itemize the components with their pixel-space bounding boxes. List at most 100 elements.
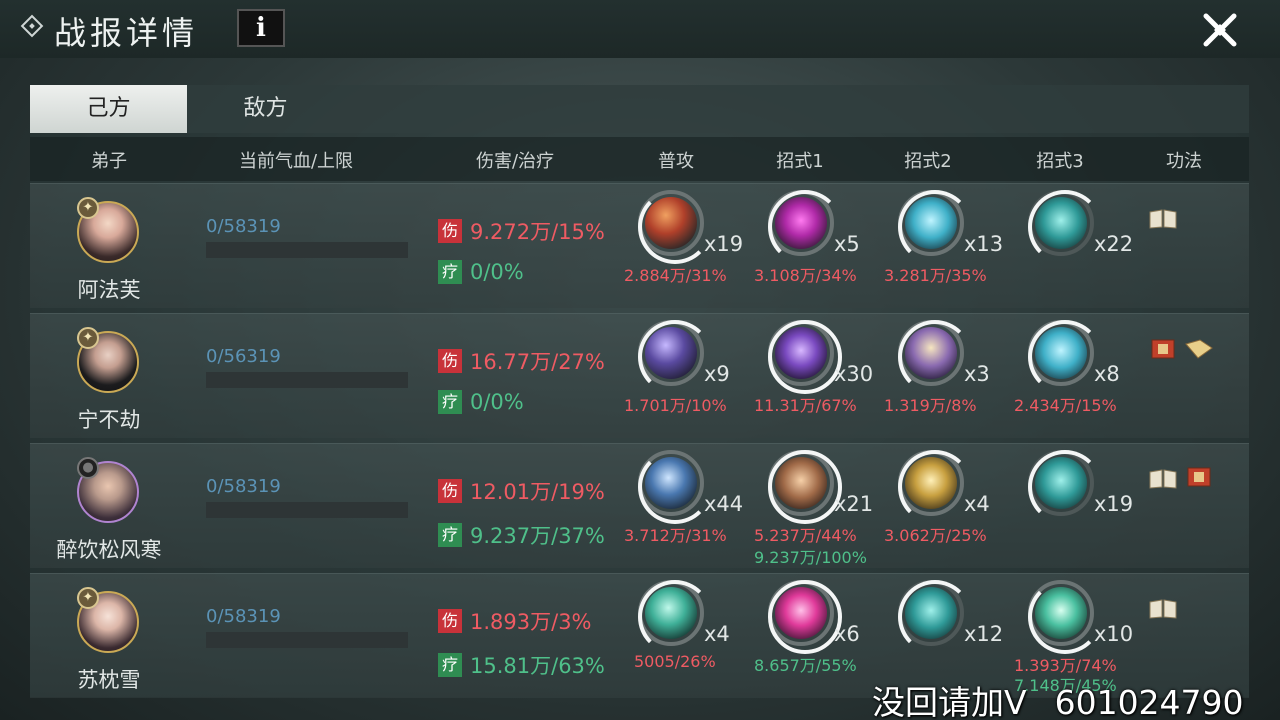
cast-count: x3: [964, 362, 990, 386]
cast-count: x5: [834, 232, 860, 256]
damage-tag: 伤: [438, 479, 462, 503]
cast-count: x22: [1094, 232, 1134, 256]
col-skill1: 招式1: [776, 151, 824, 172]
disciple-name: 醉饮松风寒: [56, 538, 162, 562]
heal-tag: 疗: [438, 523, 462, 547]
damage-value: 16.77万/27%: [470, 350, 605, 374]
damage-tag: 伤: [438, 609, 462, 633]
hook-staff-icon: [645, 197, 697, 249]
skill-damage: 1.701万/10%: [624, 396, 727, 415]
table-row[interactable]: ● 醉饮松风寒 0/58319 伤 12.01万/19% 疗 9.237万/37…: [30, 443, 1249, 568]
col-hp: 当前气血/上限: [238, 151, 354, 172]
book-icon[interactable]: [1148, 468, 1178, 490]
col-skill3: 招式3: [1036, 151, 1084, 172]
rank-badge-icon: ●: [77, 457, 99, 479]
page-title: 战报详情: [54, 14, 199, 52]
hp-value: 0/58319: [206, 476, 281, 497]
lotus-icon: [1035, 587, 1087, 639]
cast-count: x9: [704, 362, 730, 386]
cast-count: x44: [704, 492, 744, 516]
info-button[interactable]: i: [237, 9, 285, 47]
flame-orb-icon: [775, 457, 827, 509]
heal-tag: 疗: [438, 390, 462, 414]
golden-ring-icon: [905, 457, 957, 509]
scepter-icon: [645, 327, 697, 379]
skill-damage: 3.108万/34%: [754, 266, 857, 285]
damage-value: 9.272万/15%: [470, 220, 605, 244]
skill-damage: 3.281万/35%: [884, 266, 987, 285]
hp-value: 0/58319: [206, 606, 281, 627]
table-row[interactable]: ✦ 宁不劫 0/56319 伤 16.77万/27% 疗 0/0% x9 1.7…: [30, 313, 1249, 438]
watermark: 没回请加V 601024790: [872, 676, 1244, 720]
magic-strike-icon: [775, 197, 827, 249]
watermark-number: 601024790: [1054, 683, 1244, 720]
heal-line: 疗 15.81万/63%: [438, 650, 605, 680]
col-disciple: 弟子: [91, 151, 127, 172]
cast-count: x30: [834, 362, 874, 386]
skill-damage: 3.062万/25%: [884, 526, 987, 545]
book-icon[interactable]: [1148, 208, 1178, 230]
jade-tablet-icon: [1035, 457, 1087, 509]
book-icon[interactable]: [1148, 598, 1178, 620]
skill-heal: 9.237万/100%: [754, 548, 867, 567]
col-skill2: 招式2: [904, 151, 952, 172]
scroll-icon[interactable]: [1184, 466, 1214, 488]
cast-count: x8: [1094, 362, 1120, 386]
hp-value: 0/56319: [206, 346, 281, 367]
cast-count: x19: [1094, 492, 1134, 516]
watermark-text: 没回请加V: [872, 683, 1027, 720]
diamond-icon: [20, 14, 44, 38]
tab-own-side[interactable]: 己方: [30, 85, 187, 133]
cast-count: x10: [1094, 622, 1134, 646]
disciple-name: 宁不劫: [77, 408, 141, 432]
heal-value: 0/0%: [470, 390, 524, 414]
close-icon[interactable]: [1200, 10, 1240, 50]
jade-fan-icon: [645, 587, 697, 639]
damage-tag: 伤: [438, 349, 462, 373]
damage-tag: 伤: [438, 219, 462, 243]
damage-value: 1.893万/3%: [470, 610, 592, 634]
heal-value: 15.81万/63%: [470, 654, 605, 678]
damage-value: 12.01万/19%: [470, 480, 605, 504]
hp-value: 0/58319: [206, 216, 281, 237]
disciple-name: 苏枕雪: [77, 668, 141, 692]
col-dmg-heal: 伤害/治疗: [475, 151, 555, 172]
cast-count: x13: [964, 232, 1004, 256]
title-bar: 战报详情 i: [0, 0, 1280, 58]
heal-line: 疗 9.237万/37%: [438, 520, 605, 550]
rank-badge-icon: ✦: [77, 327, 99, 349]
skill-damage: 2.434万/15%: [1014, 396, 1117, 415]
table-row[interactable]: ✦ 阿法芙 0/58319 伤 9.272万/15% 疗 0/0% x19 2.…: [30, 183, 1249, 308]
hp-bar: [206, 632, 408, 648]
cast-count: x4: [704, 622, 730, 646]
spirit-shield-icon: [905, 197, 957, 249]
cast-count: x6: [834, 622, 860, 646]
cast-count: x4: [964, 492, 990, 516]
table-header: 弟子 当前气血/上限 伤害/治疗 普攻 招式1 招式2 招式3 功法: [30, 137, 1249, 181]
heal-line: 疗 0/0%: [438, 390, 524, 414]
tab-enemy-side[interactable]: 敌方: [187, 85, 344, 133]
heal-value: 9.237万/37%: [470, 524, 605, 548]
claw-icon: [905, 327, 957, 379]
skill-damage: 11.31万/67%: [754, 396, 857, 415]
heal-tag: 疗: [438, 653, 462, 677]
hp-bar: [206, 242, 408, 258]
cast-count: x12: [964, 622, 1004, 646]
col-normal-attack: 普攻: [658, 151, 694, 172]
hp-bar: [206, 372, 408, 388]
vortex-icon: [775, 327, 827, 379]
heart-icon: [775, 587, 827, 639]
cast-count: x19: [704, 232, 744, 256]
damage-line: 伤 1.893万/3%: [438, 606, 592, 636]
skill-heal: 8.657万/55%: [754, 656, 857, 675]
hp-bar: [206, 502, 408, 518]
damage-line: 伤 16.77万/27%: [438, 346, 605, 376]
scroll-icon[interactable]: [1148, 338, 1178, 360]
heal-value: 0/0%: [470, 260, 524, 284]
manual-icon[interactable]: [1184, 338, 1214, 360]
skill-damage: 3.712万/31%: [624, 526, 727, 545]
damage-line: 伤 9.272万/15%: [438, 216, 605, 246]
sword-icon: [645, 457, 697, 509]
rank-badge-icon: ✦: [77, 587, 99, 609]
skill-damage: 1.319万/8%: [884, 396, 977, 415]
